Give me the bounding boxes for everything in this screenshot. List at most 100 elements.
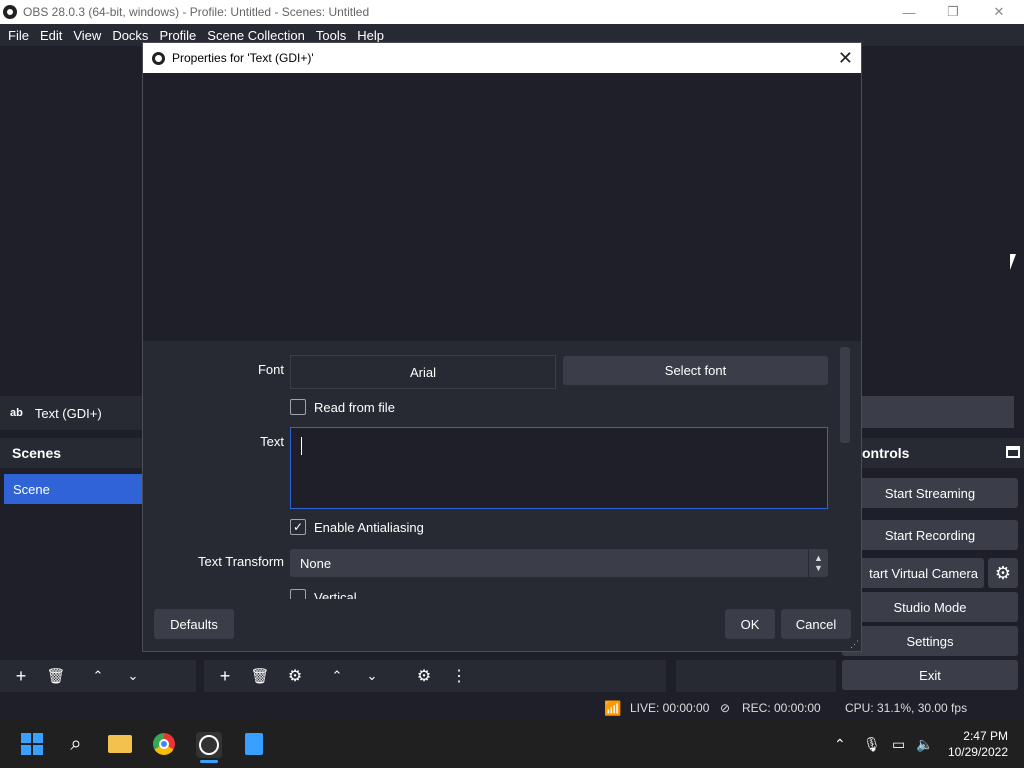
source-properties-button[interactable]: ⚙ [281,662,309,690]
menu-edit[interactable]: Edit [40,28,62,43]
active-app-indicator [200,760,218,763]
vertical-label: Vertical [314,589,357,600]
remove-scene-button[interactable]: 🗑 [42,662,70,690]
menu-docks[interactable]: Docks [112,28,148,43]
enable-antialiasing-checkbox[interactable]: ✓ [290,519,306,535]
windows-start-icon[interactable] [20,732,44,756]
volume-icon[interactable]: 🔈 [916,736,933,753]
studio-mode-button[interactable]: Studio Mode [842,592,1018,622]
font-label: Font [257,362,284,377]
enable-antialiasing-row[interactable]: ✓ Enable Antialiasing [290,519,424,535]
scenes-toolbar: + 🗑 ⌃ ⌄ [0,660,196,692]
chevron-down-icon: ⌄ [366,668,378,683]
read-from-file-row[interactable]: Read from file [290,399,395,415]
chevron-down-icon: ⌄ [127,668,139,683]
rec-timer: REC: 00:00:00 [742,701,821,715]
more-options-button[interactable]: ⋮ [445,662,473,690]
properties-dialog: Properties for 'Text (GDI+)' ✕ Font Aria… [142,42,862,652]
sources-toolbar: + 🗑 ⚙ ⌃ ⌄ ⚙ ⋮ [204,660,666,692]
menu-help[interactable]: Help [357,28,384,43]
clock-time: 2:47 PM [963,729,1008,743]
gear-icon: ⚙ [994,562,1012,583]
properties-scrollbar[interactable] [840,347,850,597]
menu-view[interactable]: View [73,28,101,43]
start-virtual-camera-button[interactable]: tart Virtual Camera [842,558,984,588]
window-titlebar: OBS 28.0.3 (64-bit, windows) - Profile: … [0,0,1024,24]
scrollbar-thumb[interactable] [840,347,850,443]
selected-source-name: Text (GDI+) [34,405,102,421]
source-toolbar-bar [862,396,1014,428]
minimize-button[interactable]: — [886,0,932,24]
select-font-button[interactable]: Select font [563,356,828,385]
add-scene-button[interactable]: + [7,662,35,690]
vertical-row-clip: Vertical [143,583,840,599]
close-window-button[interactable]: ✕ [976,0,1022,24]
defaults-button[interactable]: Defaults [154,609,234,639]
chevron-up-icon: ⌃ [331,668,343,683]
start-streaming-button[interactable]: Start Streaming [842,478,1018,508]
remove-source-button[interactable]: 🗑 [246,662,274,690]
transitions-toolbar [676,660,836,692]
add-source-button[interactable]: + [211,662,239,690]
search-icon[interactable]: ⌕ [64,732,88,756]
font-name-display: Arial [290,355,556,389]
maximize-button[interactable]: ❐ [930,0,976,24]
live-timer: LIVE: 00:00:00 [630,701,710,715]
window-title: OBS 28.0.3 (64-bit, windows) - Profile: … [23,5,370,19]
enable-antialiasing-label: Enable Antialiasing [314,519,424,535]
tray-overflow-chevron-icon[interactable]: ⌃ [834,736,846,753]
text-transform-value: None [300,555,332,571]
gears-icon: ⚙ [416,668,432,685]
rec-icon: ⊘ [720,701,731,715]
text-transform-label: Text Transform [198,554,284,569]
cancel-button[interactable]: Cancel [781,609,851,639]
live-signal-icon: 📶 [604,699,622,716]
plus-icon: + [219,665,231,686]
checkmark-icon: ✓ [292,520,304,534]
calculator-icon[interactable] [242,732,266,756]
obs-taskbar-icon[interactable] [196,732,222,758]
plus-icon: + [15,665,27,686]
dialog-title: Properties for 'Text (GDI+)' [172,51,314,65]
taskbar-clock[interactable]: 2:47 PM 10/29/2022 [948,728,1008,760]
menu-profile[interactable]: Profile [159,28,196,43]
move-source-up-button[interactable]: ⌃ [323,662,351,690]
read-from-file-checkbox[interactable] [290,399,306,415]
text-source-icon: ab [10,407,23,419]
audio-mixer-settings-button[interactable]: ⚙ [410,662,438,690]
controls-dock-header: ontrols [862,438,1024,468]
ok-button[interactable]: OK [725,609,775,639]
vertical-dots-icon: ⋮ [451,668,467,685]
source-preview [143,73,861,341]
scenes-dock-header: Scenes [0,438,142,468]
settings-button[interactable]: Settings [842,626,1018,656]
move-scene-up-button[interactable]: ⌃ [84,662,112,690]
menu-scene-collection[interactable]: Scene Collection [207,28,305,43]
menu-file[interactable]: File [8,28,29,43]
vertical-row[interactable]: Vertical [290,589,357,599]
move-source-down-button[interactable]: ⌄ [358,662,386,690]
undock-icon[interactable] [1006,446,1020,458]
chrome-icon[interactable] [152,732,176,756]
status-bar: 📶 LIVE: 00:00:00 ⊘ REC: 00:00:00 CPU: 31… [0,696,1024,720]
menu-tools[interactable]: Tools [316,28,346,43]
source-selection-row[interactable]: ab Text (GDI+) [0,396,142,430]
move-scene-down-button[interactable]: ⌄ [119,662,147,690]
mouse-cursor-icon [1010,254,1022,270]
start-recording-button[interactable]: Start Recording [842,520,1018,550]
text-input[interactable] [290,427,828,509]
microphone-icon[interactable]: 🎙 [863,736,881,753]
obs-logo-icon [3,5,17,19]
controls-dock-title: ontrols [862,445,910,461]
cpu-fps-readout: CPU: 31.1%, 30.00 fps [845,701,968,715]
scene-list-item[interactable]: Scene [4,474,142,504]
clock-date: 10/29/2022 [947,745,1008,759]
file-explorer-icon[interactable] [108,732,132,756]
virtual-camera-settings-button[interactable]: ⚙ [988,558,1018,588]
network-icon[interactable]: ▭ [892,736,905,753]
text-transform-select[interactable]: None ▲ ▼ [290,549,828,577]
exit-button[interactable]: Exit [842,660,1018,690]
dialog-close-icon[interactable]: ✕ [838,48,853,69]
resize-grip-icon[interactable]: ⋰ [850,639,859,650]
vertical-checkbox[interactable] [290,589,306,599]
